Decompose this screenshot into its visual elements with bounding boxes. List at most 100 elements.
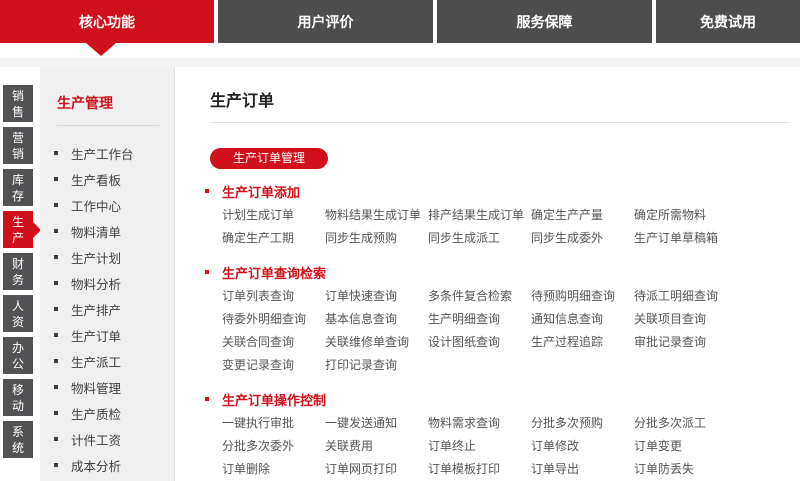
feature-item: 确定生产工期 <box>222 227 325 250</box>
rail-item-system[interactable]: 系统 <box>3 421 33 458</box>
bullet-icon <box>205 189 209 193</box>
bullet-icon <box>54 307 58 311</box>
production-order-manage-button[interactable]: 生产订单管理 <box>210 148 328 169</box>
section-order-operations: 生产订单操作控制 一键执行审批 一键发送通知 物料需求查询 分批多次预购 分批多… <box>205 391 790 481</box>
active-tab-pointer-icon <box>86 43 116 56</box>
bullet-icon <box>205 270 209 274</box>
sidebar-item-label: 生产排产 <box>71 300 121 319</box>
sidebar-item-label: 物料清单 <box>71 222 121 241</box>
feature-item: 订单网页打印 <box>325 458 428 481</box>
feature-item: 订单模板打印 <box>428 458 531 481</box>
sidebar-item-label: 生产质检 <box>71 404 121 423</box>
top-navbar: 核心功能 用户评价 服务保障 免费试用 <box>0 0 800 43</box>
rail-item-inventory[interactable]: 库存 <box>3 169 33 206</box>
feature-item: 计划生成订单 <box>222 204 325 227</box>
bullet-icon <box>54 463 58 467</box>
feature-item: 待预购明细查询 <box>531 285 634 308</box>
nav-tab-core-functions[interactable]: 核心功能 <box>0 0 214 43</box>
feature-item: 生产明细查询 <box>428 308 531 331</box>
rail-item-finance[interactable]: 财务 <box>3 253 33 290</box>
feature-item: 审批记录查询 <box>634 331 737 354</box>
feature-item: 订单删除 <box>222 458 325 481</box>
sidebar-item-label: 成本分析 <box>71 456 121 475</box>
feature-grid: 计划生成订单 物料结果生成订单 排产结果生成订单 确定生产产量 确定所需物料 确… <box>222 204 790 250</box>
feature-item: 分批多次委外 <box>222 435 325 458</box>
feature-grid: 订单列表查询 订单快速查询 多条件复合检索 待预购明细查询 待派工明细查询 待委… <box>222 285 790 377</box>
bullet-icon <box>54 151 58 155</box>
feature-item: 一键执行审批 <box>222 412 325 435</box>
rail-item-sales[interactable]: 销售 <box>3 85 33 122</box>
section-head: 生产订单查询检索 <box>205 264 790 280</box>
sidebar-item-work-dispatch[interactable]: 生产派工 <box>40 348 174 374</box>
rail-item-label: 移动 <box>11 382 25 414</box>
rail-item-label: 库存 <box>11 172 25 204</box>
sidebar-item-production-order[interactable]: 生产订单 <box>40 322 174 348</box>
sidebar-item-production-plan[interactable]: 生产计划 <box>40 244 174 270</box>
feature-item: 订单列表查询 <box>222 285 325 308</box>
rail-item-label: 销售 <box>11 88 25 120</box>
bullet-icon <box>54 281 58 285</box>
feature-item: 待派工明细查询 <box>634 285 737 308</box>
sidebar-item-work-center[interactable]: 工作中心 <box>40 192 174 218</box>
feature-item: 打印记录查询 <box>325 354 428 377</box>
sidebar-item-production-workbench[interactable]: 生产工作台 <box>40 140 174 166</box>
section-title: 生产订单操作控制 <box>222 390 326 409</box>
rail-item-production[interactable]: 生产 <box>3 211 33 248</box>
feature-item: 关联费用 <box>325 435 428 458</box>
sidebar-item-production-scheduling[interactable]: 生产排产 <box>40 296 174 322</box>
sidebar-item-cost-analysis[interactable]: 成本分析 <box>40 452 174 478</box>
module-rail: 销售 营销 库存 生产 财务 人资 办公 移动 系统 <box>3 85 41 458</box>
sidebar-item-label: 计件工资 <box>71 430 121 449</box>
nav-tab-free-trial[interactable]: 免费试用 <box>656 0 800 43</box>
sidebar-item-label: 物料分析 <box>71 274 121 293</box>
sidebar-divider <box>57 125 159 126</box>
feature-item: 分批多次预购 <box>531 412 634 435</box>
sidebar-item-bom[interactable]: 物料清单 <box>40 218 174 244</box>
sidebar-item-label: 生产看板 <box>71 170 121 189</box>
feature-item: 物料结果生成订单 <box>325 204 428 227</box>
feature-item: 设计图纸查询 <box>428 331 531 354</box>
bullet-icon <box>54 359 58 363</box>
nav-tab-service-guarantee[interactable]: 服务保障 <box>437 0 652 43</box>
feature-item: 订单终止 <box>428 435 531 458</box>
feature-item: 确定生产产量 <box>531 204 634 227</box>
sidebar-item-label: 生产计划 <box>71 248 121 267</box>
section-title: 生产订单查询检索 <box>222 263 326 282</box>
feature-item: 关联项目查询 <box>634 308 737 331</box>
nav-tab-label: 核心功能 <box>79 12 135 32</box>
bullet-icon <box>54 177 58 181</box>
rail-item-label: 营销 <box>11 130 25 162</box>
sidebar-item-piecework-wages[interactable]: 计件工资 <box>40 426 174 452</box>
rail-item-office[interactable]: 办公 <box>3 337 33 374</box>
rail-item-label: 财务 <box>11 256 25 288</box>
sidebar-list: 生产工作台 生产看板 工作中心 物料清单 生产计划 物料分析 生产排产 生产订 <box>40 140 174 478</box>
feature-item: 生产过程追踪 <box>531 331 634 354</box>
bullet-icon <box>54 411 58 415</box>
bullet-icon <box>54 437 58 441</box>
feature-item: 订单变更 <box>634 435 737 458</box>
sidebar-item-material-analysis[interactable]: 物料分析 <box>40 270 174 296</box>
section-head: 生产订单添加 <box>205 183 790 199</box>
sidebar-item-quality-inspection[interactable]: 生产质检 <box>40 400 174 426</box>
sidebar-item-label: 生产订单 <box>71 326 121 345</box>
feature-item: 多条件复合检索 <box>428 285 531 308</box>
rail-item-label: 办公 <box>11 340 25 372</box>
title-divider <box>210 122 790 123</box>
sidebar-title: 生产管理 <box>57 93 174 113</box>
feature-item: 通知信息查询 <box>531 308 634 331</box>
feature-item: 关联维修单查询 <box>325 331 428 354</box>
rail-item-hr[interactable]: 人资 <box>3 295 33 332</box>
nav-tab-user-reviews[interactable]: 用户评价 <box>218 0 433 43</box>
feature-item: 订单快速查询 <box>325 285 428 308</box>
feature-item: 确定所需物料 <box>634 204 737 227</box>
feature-item: 订单修改 <box>531 435 634 458</box>
sidebar-item-material-management[interactable]: 物料管理 <box>40 374 174 400</box>
feature-item: 同步生成委外 <box>531 227 634 250</box>
rail-item-mobile[interactable]: 移动 <box>3 379 33 416</box>
panel-top-shadow <box>0 58 800 67</box>
feature-item: 订单导出 <box>531 458 634 481</box>
bullet-icon <box>54 333 58 337</box>
bullet-icon <box>54 255 58 259</box>
sidebar-item-production-kanban[interactable]: 生产看板 <box>40 166 174 192</box>
rail-item-marketing[interactable]: 营销 <box>3 127 33 164</box>
